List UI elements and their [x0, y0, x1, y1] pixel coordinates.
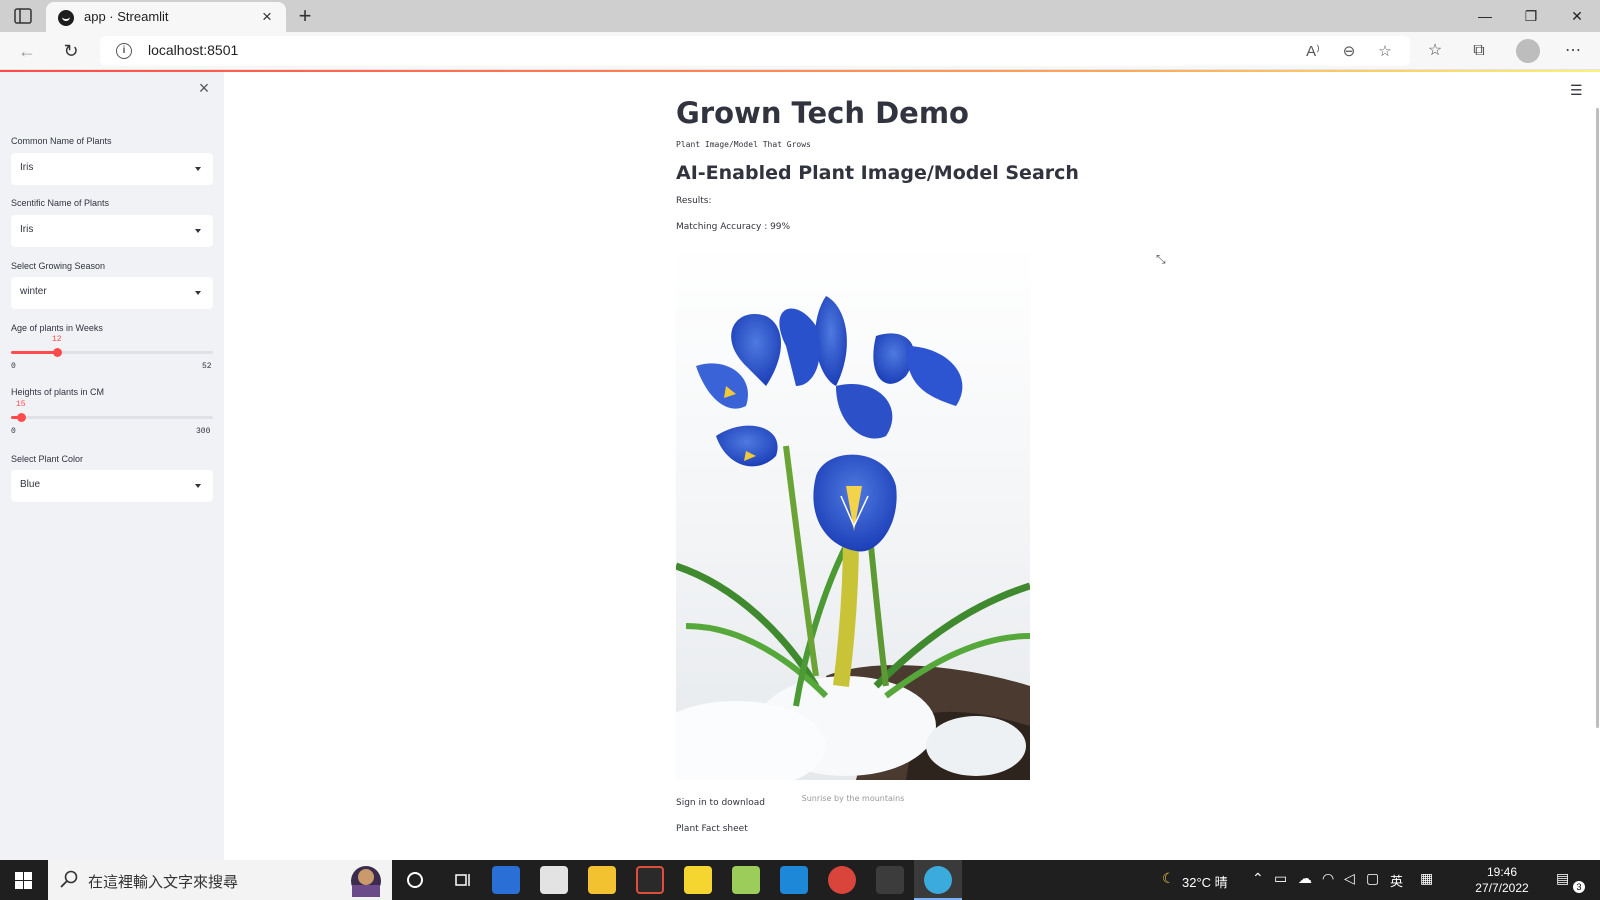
search-highlight-icon: [340, 863, 388, 897]
clock-time: 19:46: [1486, 865, 1518, 879]
sidebar: × Common Name of Plants Iris Scentific N…: [0, 72, 224, 860]
season-select[interactable]: winter: [11, 277, 213, 309]
height-slider-max: 300: [196, 427, 211, 436]
address-bar[interactable]: i localhost:8501 A⁾ ⊖ ☆: [100, 36, 1410, 66]
close-tab-icon[interactable]: ×: [258, 8, 276, 26]
terminal-icon[interactable]: [876, 866, 904, 894]
common-name-value: Iris: [20, 162, 34, 173]
site-info-icon[interactable]: i: [116, 43, 132, 59]
chevron-down-icon: [195, 484, 201, 488]
tab-title: app · Streamlit: [84, 9, 169, 24]
chrome-icon[interactable]: [828, 866, 856, 894]
browser-tab[interactable]: app · Streamlit ×: [46, 2, 286, 32]
search-placeholder: 在這裡輸入文字來搜尋: [88, 874, 239, 891]
weather-text[interactable]: 32°C 晴: [1182, 872, 1228, 891]
refresh-icon[interactable]: ↻: [58, 38, 84, 64]
common-name-select[interactable]: Iris: [11, 153, 213, 185]
page-title: Grown Tech Demo: [676, 96, 969, 130]
profile-avatar[interactable]: [1516, 39, 1540, 63]
minimize-icon[interactable]: —: [1462, 0, 1508, 32]
notification-icon[interactable]: ▤: [1556, 870, 1569, 887]
calculator-app-icon[interactable]: [492, 866, 520, 894]
page-subtitle: Plant Image/Model That Grows: [676, 140, 811, 149]
results-label: Results:: [676, 196, 712, 206]
restore-icon[interactable]: ❐: [1508, 0, 1554, 32]
search-icon: [60, 870, 78, 888]
fact-sheet-link[interactable]: Plant Fact sheet: [676, 824, 748, 834]
sticky-notes-icon[interactable]: [684, 866, 712, 894]
ime-indicator[interactable]: 英: [1390, 871, 1403, 890]
battery-icon[interactable]: ▭: [1274, 870, 1287, 887]
window-close-icon[interactable]: ✕: [1554, 0, 1600, 32]
favorites-icon[interactable]: ☆: [1422, 39, 1448, 63]
cortana-icon[interactable]: [406, 871, 424, 889]
chevron-down-icon: [195, 167, 201, 171]
taskbar-search[interactable]: 在這裡輸入文字來搜尋: [48, 860, 392, 900]
vscode-icon[interactable]: [780, 866, 808, 894]
new-tab-icon[interactable]: +: [292, 4, 318, 30]
browser-toolbar: ← ↻ i localhost:8501 A⁾ ⊖ ☆ ☆ ⧉ ⋯: [0, 32, 1600, 70]
scientific-name-select[interactable]: Iris: [11, 215, 213, 247]
moon-weather-icon: ☾: [1162, 870, 1175, 886]
url-text: localhost:8501: [148, 42, 239, 58]
section-heading: AI-Enabled Plant Image/Model Search: [676, 162, 1079, 184]
sign-in-link[interactable]: Sign in to download: [676, 798, 765, 808]
main-content: ☰ Grown Tech Demo Plant Image/Model That…: [224, 72, 1600, 860]
network-icon[interactable]: ▢: [1366, 870, 1379, 887]
color-select[interactable]: Blue: [11, 470, 213, 502]
task-view-icon[interactable]: [454, 871, 472, 889]
zoom-out-icon[interactable]: ⊖: [1338, 42, 1360, 62]
windows-start-icon[interactable]: [15, 872, 32, 889]
plant-image: [676, 246, 1030, 780]
age-slider-max: 52: [202, 362, 212, 371]
season-label: Select Growing Season: [11, 261, 106, 271]
chevron-down-icon: [195, 291, 201, 295]
more-menu-icon[interactable]: ⋯: [1560, 39, 1586, 63]
active-app-highlight: [914, 860, 962, 900]
notepad-app-icon[interactable]: [732, 866, 760, 894]
streamlit-favicon-icon: [58, 10, 74, 26]
back-icon[interactable]: ←: [14, 38, 40, 64]
add-favorite-icon[interactable]: ☆: [1374, 42, 1396, 62]
age-slider-min: 0: [11, 362, 16, 371]
read-aloud-icon[interactable]: A⁾: [1302, 42, 1324, 62]
height-slider-value: 15: [16, 400, 26, 409]
accuracy-text: Matching Accuracy : 99%: [676, 222, 791, 232]
scrollbar[interactable]: [1596, 108, 1599, 728]
season-value: winter: [20, 286, 47, 297]
scientific-name-value: Iris: [20, 224, 34, 235]
color-value: Blue: [20, 479, 41, 490]
clock-date: 27/7/2022: [1475, 881, 1529, 895]
snip-app-icon[interactable]: [636, 866, 664, 894]
age-label: Age of plants in Weeks: [11, 323, 103, 333]
windows-taskbar: 在這裡輸入文字來搜尋 ☾ 32°C 晴 ⌃ ▭ ☁ ◠ ◁ ▢ 英 ▦ 19:4…: [0, 860, 1600, 900]
volume-icon[interactable]: ◁: [1344, 870, 1355, 887]
tray-expand-icon[interactable]: ⌃: [1252, 870, 1264, 887]
sidebar-close-icon[interactable]: ×: [196, 79, 212, 97]
file-explorer-icon[interactable]: [588, 866, 616, 894]
age-slider-thumb[interactable]: [53, 348, 62, 357]
chevron-down-icon: [195, 229, 201, 233]
store-app-icon[interactable]: [540, 866, 568, 894]
wifi-icon[interactable]: ◠: [1322, 870, 1334, 887]
browser-tab-bar: app · Streamlit × + — ❐ ✕: [0, 0, 1600, 32]
height-slider-thumb[interactable]: [17, 413, 26, 422]
height-slider-min: 0: [11, 427, 16, 436]
common-name-label: Common Name of Plants: [11, 136, 112, 146]
keyboard-icon[interactable]: ▦: [1420, 870, 1433, 887]
age-slider-value: 12: [52, 335, 62, 344]
hamburger-menu-icon[interactable]: ☰: [1570, 82, 1583, 99]
height-slider[interactable]: [11, 413, 213, 422]
height-label: Heights of plants in CM: [11, 387, 105, 397]
age-slider[interactable]: [11, 348, 213, 357]
scientific-name-label: Scentific Name of Plants: [11, 198, 110, 208]
age-slider-fill: [11, 351, 57, 354]
tab-actions-icon[interactable]: [14, 8, 34, 26]
notification-count: 3: [1573, 881, 1585, 893]
taskbar-clock[interactable]: 19:46 27/7/2022: [1466, 864, 1538, 896]
onedrive-icon[interactable]: ☁: [1298, 870, 1312, 887]
color-label: Select Plant Color: [11, 454, 84, 464]
fullscreen-icon[interactable]: ⤡: [1156, 252, 1170, 266]
collections-icon[interactable]: ⧉: [1466, 39, 1492, 63]
